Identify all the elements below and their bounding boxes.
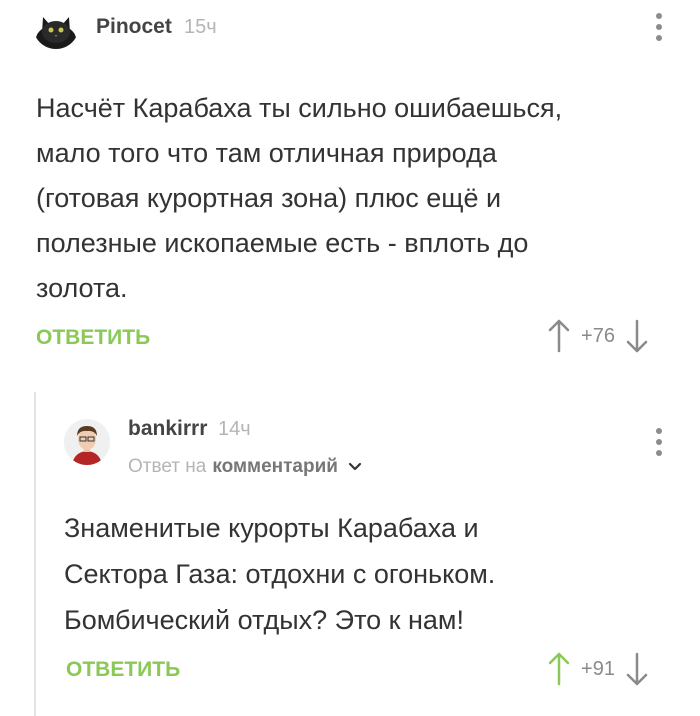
comment-text-line: мало того что там отличная природа [36, 138, 497, 168]
comment-text: Знаменитые курорты Карабаха и Сектора Га… [64, 505, 664, 643]
comment-text-line: Насчёт Карабаха ты сильно ошибаешься, [36, 93, 563, 123]
comment: Pinocet 15ч Насчёт Карабаха ты сильно ош… [0, 0, 700, 370]
rating-controls: +76 [546, 318, 650, 354]
reply-to-prefix: Ответ на [128, 456, 207, 477]
username[interactable]: bankirrr [128, 417, 207, 441]
rating-score: +76 [581, 324, 615, 347]
arrow-down-icon[interactable] [624, 651, 650, 687]
timestamp: 15ч [184, 16, 217, 38]
comment-text: Насчёт Карабаха ты сильно ошибаешься, ма… [36, 86, 676, 311]
chevron-down-icon[interactable] [348, 462, 362, 472]
comment-text-line: Бомбический отдых? Это к нам! [64, 605, 464, 635]
username[interactable]: Pinocet [96, 15, 172, 39]
arrow-down-icon[interactable] [624, 318, 650, 354]
reply-button[interactable]: ОТВЕТИТЬ [36, 326, 150, 350]
comment-text-line: полезные ископаемые есть - вплоть до [36, 228, 529, 258]
arrow-up-icon[interactable] [546, 318, 572, 354]
cat-avatar-icon[interactable] [33, 3, 79, 49]
more-vertical-icon[interactable] [655, 428, 663, 461]
comment-text-line: золота. [36, 273, 128, 303]
reply-to-info: Ответ на комментарий [128, 456, 362, 478]
arrow-up-icon[interactable] [546, 651, 572, 687]
timestamp: 14ч [218, 418, 251, 440]
rating-controls: +91 [546, 651, 650, 687]
reply-button[interactable]: ОТВЕТИТЬ [66, 658, 180, 682]
comment-text-line: (готовая курортная зона) плюс ещё и [36, 183, 502, 213]
comment-text-line: Сектора Газа: отдохни с огоньком. [64, 559, 496, 589]
man-avatar-icon[interactable] [64, 419, 110, 465]
reply-to-link[interactable]: комментарий [212, 456, 338, 478]
comment-text-line: Знаменитые курорты Карабаха и [64, 513, 479, 543]
rating-score: +91 [581, 657, 615, 680]
more-vertical-icon[interactable] [655, 13, 663, 46]
